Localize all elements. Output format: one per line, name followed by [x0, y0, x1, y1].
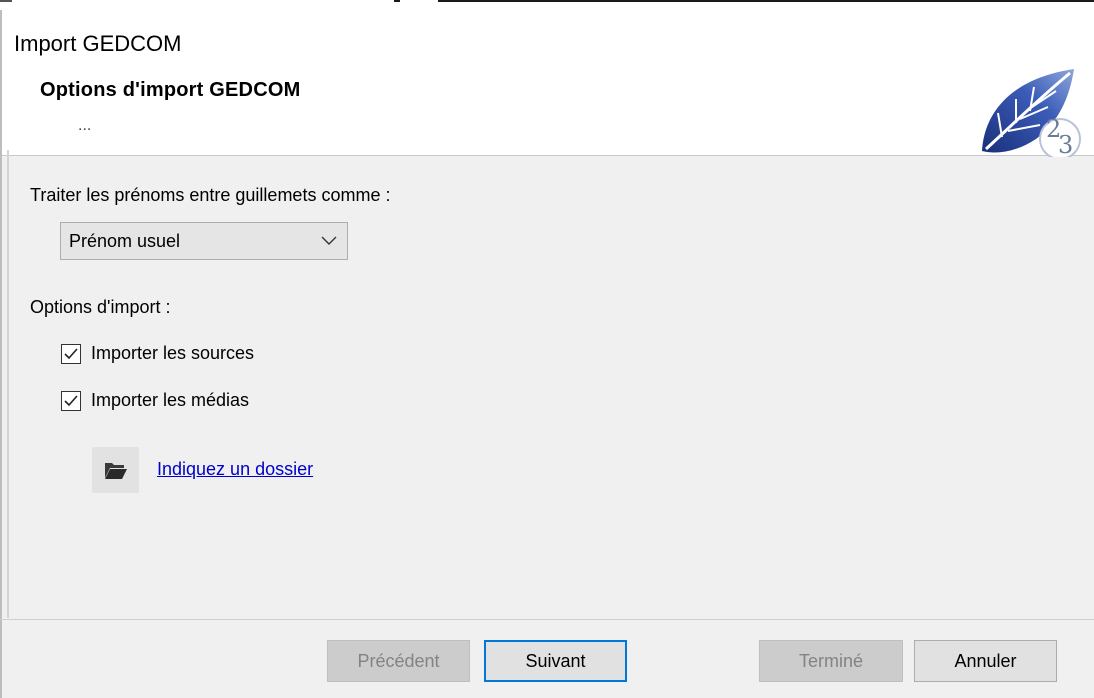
panel-left-border — [7, 150, 9, 618]
previous-button[interactable]: Précédent — [327, 640, 470, 682]
leaf-23-logo-icon: 2 3 — [982, 69, 1081, 157]
first-names-select[interactable]: Prénom usuel — [60, 222, 348, 260]
import-options-label: Options d'import : — [30, 297, 171, 317]
top-edge-segment — [394, 0, 400, 2]
checkmark-icon — [64, 395, 78, 407]
top-edge-segment — [438, 0, 1094, 2]
first-names-label: Traiter les prénoms entre guillemets com… — [30, 185, 391, 205]
window-left-border — [0, 10, 2, 698]
top-edge-segment — [0, 0, 12, 2]
import-sources-label[interactable]: Importer les sources — [91, 343, 254, 364]
import-media-label[interactable]: Importer les médias — [91, 390, 249, 411]
finish-button[interactable]: Terminé — [759, 640, 903, 682]
page-title: Options d'import GEDCOM — [40, 79, 301, 101]
wizard-header: Options d'import GEDCOM ... 2 3 — [0, 59, 1094, 157]
next-button[interactable]: Suivant — [484, 640, 627, 682]
page-subtitle: ... — [78, 117, 92, 134]
import-media-checkbox[interactable] — [61, 391, 81, 411]
footer-divider — [0, 619, 1094, 620]
import-sources-checkbox[interactable] — [61, 344, 81, 364]
select-value: Prénom usuel — [69, 231, 181, 251]
choose-folder-button[interactable] — [92, 447, 139, 493]
folder-open-icon — [105, 463, 127, 479]
window-top-edge — [0, 0, 1094, 9]
cancel-button[interactable]: Annuler — [914, 640, 1057, 682]
checkmark-icon — [64, 348, 78, 360]
svg-text:3: 3 — [1058, 131, 1073, 157]
chevron-down-icon — [321, 236, 337, 245]
choose-folder-link[interactable]: Indiquez un dossier — [157, 459, 313, 480]
window-title: Import GEDCOM — [14, 31, 182, 56]
title-bar[interactable]: Import GEDCOM — [0, 9, 1094, 59]
